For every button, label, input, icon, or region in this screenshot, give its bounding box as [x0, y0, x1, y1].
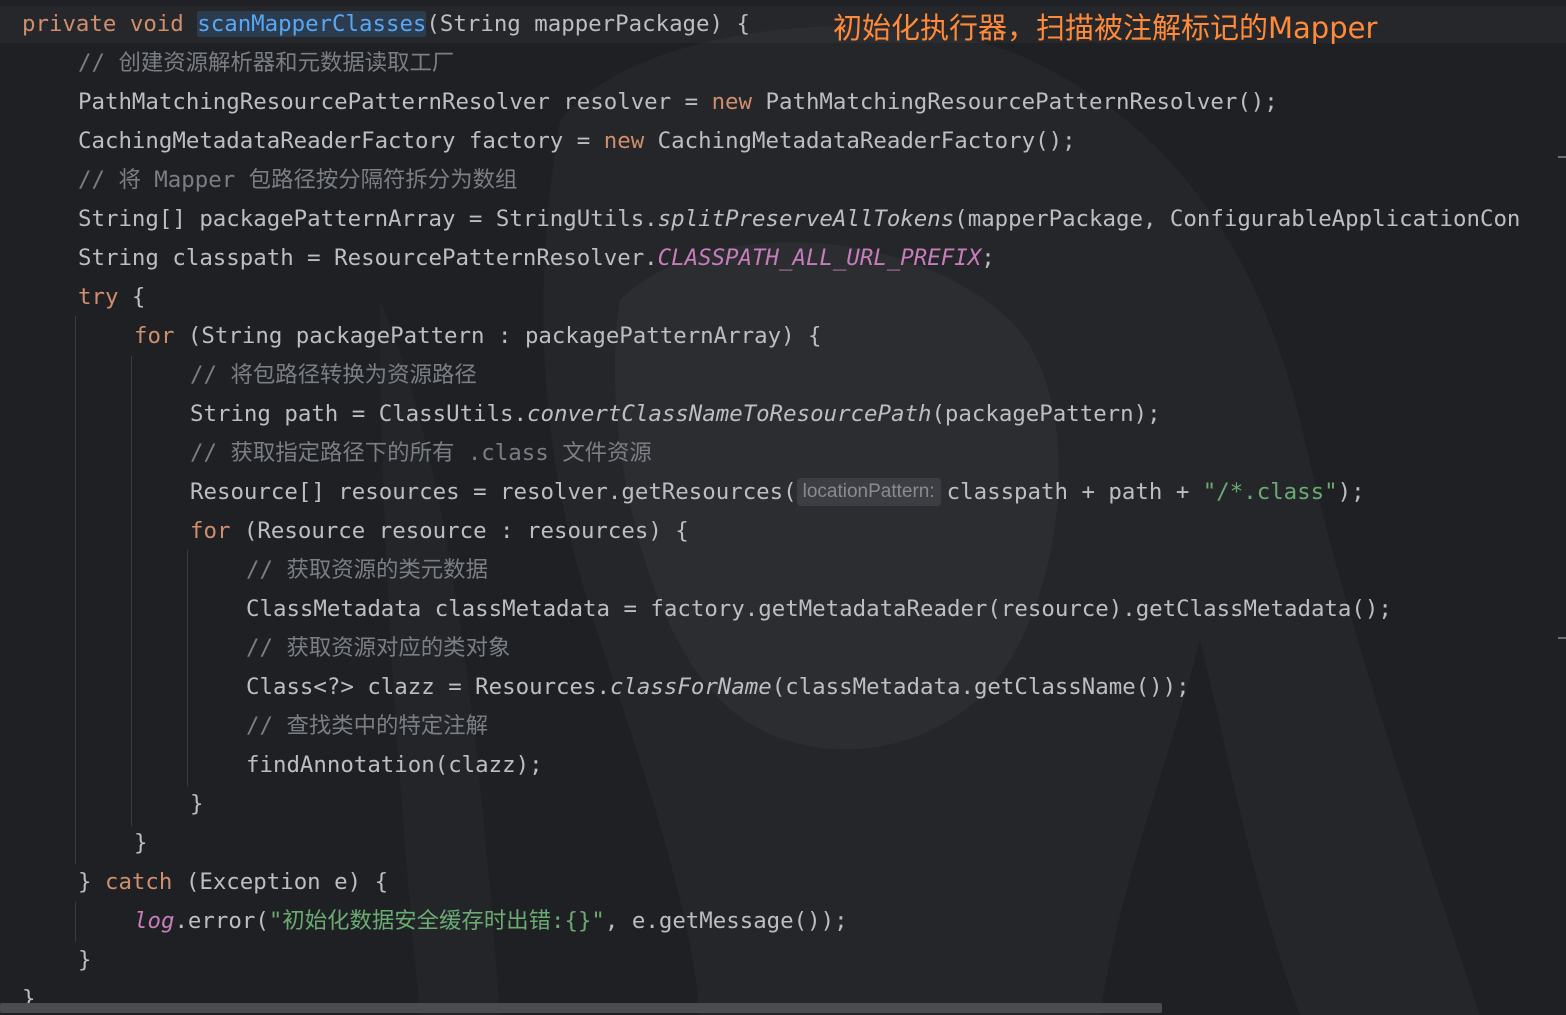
code-line[interactable]: findAnnotation(clazz); — [246, 747, 543, 784]
code-text: String classpath = ResourcePatternResolv… — [78, 245, 658, 271]
code-text: (String mapperPackage) { — [426, 11, 750, 37]
string-literal: "初始化数据安全缓存时出错:{}" — [268, 908, 605, 934]
code-text: (Resource resource : resources) { — [230, 518, 689, 544]
annotation-text: 初始化执行器，扫描被注解标记的Mapper — [833, 11, 1378, 45]
code-line[interactable]: log.error("初始化数据安全缓存时出错:{}", e.getMessag… — [134, 903, 848, 940]
keyword: for — [190, 518, 231, 544]
code-line[interactable]: for (Resource resource : resources) { — [190, 513, 689, 550]
code-text: (classMetadata.getClassName()); — [771, 674, 1190, 700]
horizontal-scrollbar[interactable] — [0, 1003, 1162, 1013]
code-text: , e.getMessage()); — [604, 908, 848, 934]
keyword: private void — [22, 11, 198, 37]
scrollbar-marker — [1558, 156, 1566, 158]
keyword: for — [134, 323, 175, 349]
code-text: String path = ClassUtils. — [190, 401, 528, 427]
code-line[interactable]: String classpath = ResourcePatternResolv… — [78, 240, 995, 277]
code-comment[interactable]: // 将包路径转换为资源路径 — [190, 357, 477, 394]
code-line[interactable]: } catch (Exception e) { — [78, 864, 388, 901]
indent-guide — [131, 356, 132, 826]
code-text: .error( — [174, 908, 269, 934]
code-line[interactable]: } — [78, 942, 91, 979]
code-line[interactable]: PathMatchingResourcePatternResolver reso… — [78, 84, 1278, 121]
code-line[interactable]: CachingMetadataReaderFactory factory = n… — [78, 123, 1076, 160]
code-comment[interactable]: // 创建资源解析器和元数据读取工厂 — [78, 45, 454, 82]
code-editor[interactable]: private void scanMapperClasses(String ma… — [0, 0, 1566, 1015]
code-comment[interactable]: // 将 Mapper 包路径按分隔符拆分为数组 — [78, 162, 517, 199]
code-text: classpath + path + — [946, 479, 1203, 505]
static-constant: CLASSPATH_ALL_URL_PREFIX — [657, 245, 982, 271]
code-text: { — [118, 284, 146, 310]
code-line[interactable]: ClassMetadata classMetadata = factory.ge… — [246, 591, 1392, 628]
code-comment[interactable]: // 获取资源的类元数据 — [246, 552, 488, 589]
code-text: CachingMetadataReaderFactory factory = — [78, 128, 604, 154]
code-comment[interactable]: // 获取资源对应的类对象 — [246, 630, 510, 667]
code-text: (Exception e) { — [172, 869, 389, 895]
keyword: try — [78, 284, 119, 310]
code-text: } — [78, 869, 105, 895]
code-text: ; — [981, 245, 995, 271]
code-line[interactable]: } — [134, 825, 147, 862]
code-text: PathMatchingResourcePatternResolver(); — [752, 89, 1278, 115]
code-text: (packagePattern); — [931, 401, 1161, 427]
code-line[interactable]: String[] packagePatternArray = StringUti… — [78, 201, 1520, 238]
code-comment[interactable]: // 获取指定路径下的所有 .class 文件资源 — [190, 435, 652, 472]
keyword: catch — [104, 869, 173, 895]
code-text: String[] packagePatternArray = StringUti… — [78, 206, 658, 232]
code-comment[interactable]: // 查找类中的特定注解 — [246, 708, 488, 745]
code-text: CachingMetadataReaderFactory(); — [644, 128, 1076, 154]
method-name[interactable]: scanMapperClasses — [197, 11, 427, 37]
code-text: (mapperPackage, ConfigurableApplicationC… — [954, 206, 1521, 232]
code-text: (String packagePattern : packagePatternA… — [174, 323, 822, 349]
code-text: Resource[] resources = resolver.getResou… — [190, 479, 797, 505]
code-line[interactable]: try { — [78, 279, 145, 316]
static-method-call: classForName — [609, 674, 772, 700]
code-text: PathMatchingResourcePatternResolver reso… — [78, 89, 712, 115]
string-literal: "/*.class" — [1202, 479, 1338, 505]
indent-guide — [75, 902, 76, 942]
code-line[interactable]: for (String packagePattern : packagePatt… — [134, 318, 822, 355]
static-method-call: splitPreserveAllTokens — [657, 206, 955, 232]
keyword: new — [603, 128, 645, 154]
scrollbar-marker — [1558, 637, 1566, 639]
static-method-call: convertClassNameToResourcePath — [527, 401, 932, 427]
code-line[interactable]: Class<?> clazz = Resources.classForName(… — [246, 669, 1190, 706]
keyword: new — [711, 89, 753, 115]
indent-guide — [75, 316, 76, 864]
code-text: ); — [1337, 479, 1365, 505]
code-line[interactable]: } — [190, 786, 203, 823]
code-line[interactable]: private void scanMapperClasses(String ma… — [22, 6, 750, 43]
indent-guide — [187, 550, 188, 786]
code-line[interactable]: Resource[] resources = resolver.getResou… — [190, 474, 1365, 511]
code-line[interactable]: String path = ClassUtils.convertClassNam… — [190, 396, 1161, 433]
static-field: log — [134, 908, 175, 934]
code-text: Class<?> clazz = Resources. — [246, 674, 610, 700]
parameter-hint: locationPattern: — [796, 478, 941, 506]
